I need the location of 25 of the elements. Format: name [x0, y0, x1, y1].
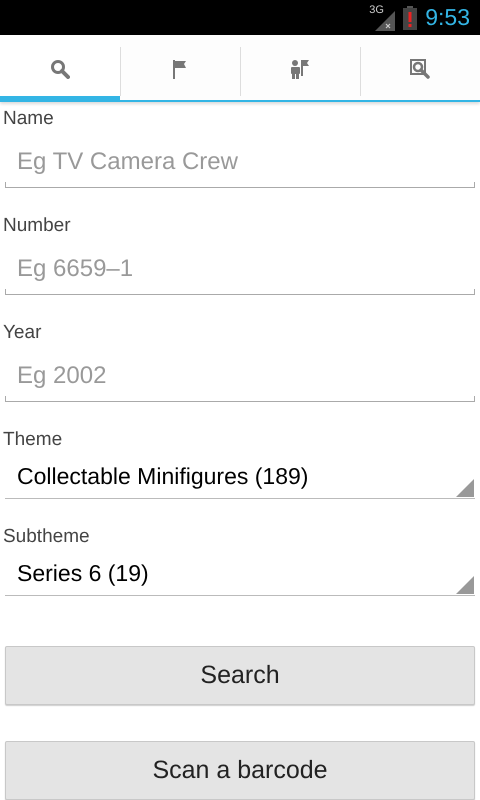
search-icon [50, 58, 70, 79]
dropdown[interactable]: Series 6 (19) [5, 552, 475, 596]
input-field[interactable]: Eg 6659–1 [5, 243, 475, 295]
action-button[interactable]: Search [5, 646, 475, 705]
field-label: Subtheme [2, 525, 90, 549]
field-label: Name [2, 107, 54, 131]
field-label: Year [2, 321, 42, 345]
tab[interactable] [120, 35, 240, 102]
dropdown-triangle-icon [456, 479, 474, 497]
network-label: 3G [369, 4, 384, 16]
search-in-box-icon [410, 58, 430, 79]
input-field[interactable]: Eg 2002 [5, 350, 475, 402]
battery-icon [403, 6, 418, 30]
tab[interactable] [360, 35, 480, 102]
tab[interactable] [240, 35, 360, 102]
person-with-flag-icon [290, 58, 310, 79]
field-label: Number [2, 214, 71, 238]
input-field[interactable]: Eg TV Camera Crew [5, 136, 475, 188]
dropdown-triangle-icon [456, 576, 474, 594]
tab[interactable] [0, 35, 120, 102]
action-button[interactable]: Scan a barcode [5, 741, 475, 800]
clock: 9:53 [425, 3, 470, 32]
dropdown[interactable]: Collectable Minifigures (189) [5, 455, 475, 499]
flag-icon [172, 58, 188, 79]
field-label: Theme [2, 428, 62, 452]
